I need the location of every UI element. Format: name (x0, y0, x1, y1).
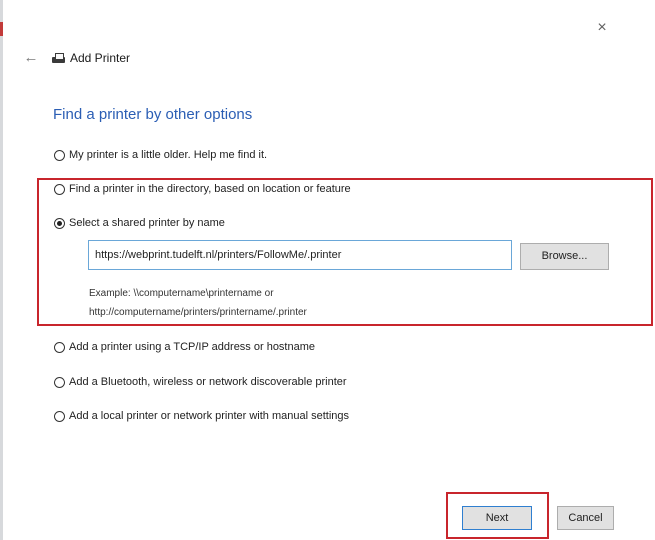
radio-button[interactable] (54, 376, 65, 388)
option-bluetooth-wireless[interactable]: Add a Bluetooth, wireless or network dis… (54, 373, 347, 391)
example-line-2: http://computername/printers/printername… (89, 307, 307, 318)
radio-button[interactable] (54, 149, 65, 161)
option-label: Add a printer using a TCP/IP address or … (69, 341, 316, 353)
window-edge-mark (0, 22, 3, 36)
close-icon: × (597, 19, 607, 36)
option-tcpip[interactable]: Add a printer using a TCP/IP address or … (54, 338, 315, 356)
back-button[interactable]: ← (22, 49, 40, 67)
option-local-printer[interactable]: Add a local printer or network printer w… (54, 407, 349, 425)
option-label: Add a Bluetooth, wireless or network dis… (69, 376, 347, 388)
window-title: Add Printer (70, 51, 131, 65)
cancel-button[interactable]: Cancel (557, 506, 614, 530)
shared-printer-name-input[interactable] (88, 240, 512, 270)
example-line-1: Example: \\computername\printername or (89, 288, 274, 299)
option-shared-printer[interactable]: Select a shared printer by name (54, 214, 225, 232)
option-label: Add a local printer or network printer w… (69, 410, 350, 422)
radio-button-checked[interactable] (54, 217, 65, 229)
radio-button[interactable] (54, 341, 65, 353)
page-heading: Find a printer by other options (53, 106, 253, 123)
window-left-edge (0, 0, 3, 540)
radio-button[interactable] (54, 410, 65, 422)
option-label: Select a shared printer by name (69, 217, 225, 229)
option-label: My printer is a little older. Help me fi… (69, 149, 268, 161)
back-arrow-icon: ← (23, 49, 39, 66)
browse-button[interactable]: Browse... (520, 243, 609, 270)
option-older-printer[interactable]: My printer is a little older. Help me fi… (54, 146, 267, 164)
close-button[interactable]: × (592, 18, 612, 38)
printer-icon (52, 53, 65, 64)
example-text: Example: \\computername\printername or h… (89, 284, 307, 322)
next-button[interactable]: Next (462, 506, 532, 530)
